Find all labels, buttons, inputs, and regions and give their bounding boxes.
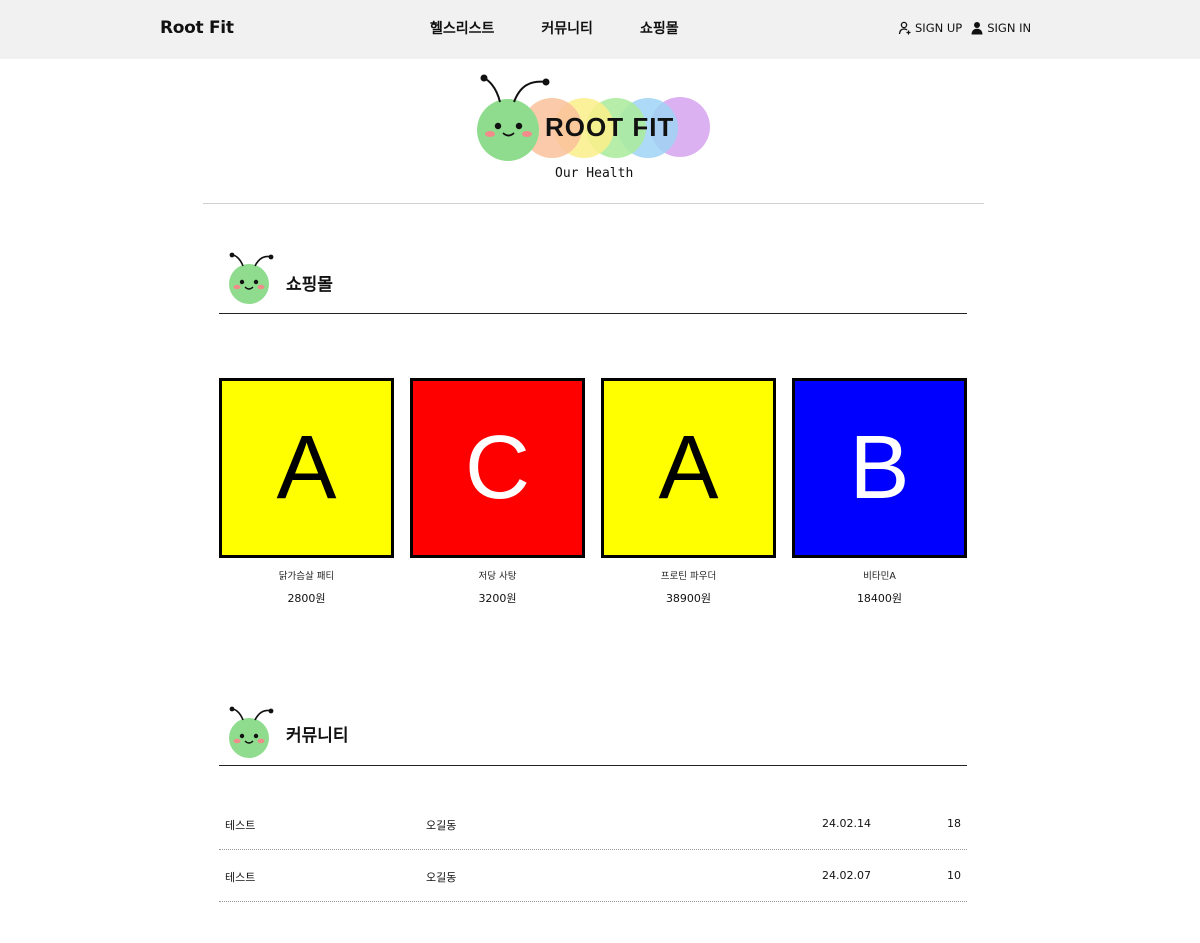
- product-letter: A: [276, 418, 337, 518]
- caterpillar-mascot-icon: [229, 252, 274, 304]
- product-price: 3200원: [478, 592, 517, 605]
- product-letter: A: [658, 418, 719, 518]
- main-nav: 헬스리스트 커뮤니티 쇼핑몰: [430, 18, 679, 38]
- sign-up-label: SIGN UP: [915, 21, 963, 35]
- product-card[interactable]: B 비타민A 18400원: [792, 378, 967, 606]
- shop-section-title: 쇼핑몰: [286, 275, 333, 295]
- post-row[interactable]: 테스트 오길동 24.02.07 10: [219, 850, 967, 902]
- logo-title: ROOT FIT: [545, 112, 675, 142]
- product-letter: B: [849, 418, 910, 518]
- post-title[interactable]: 테스트: [225, 817, 255, 833]
- sign-up-link[interactable]: SIGN UP: [898, 21, 962, 35]
- add-user-icon: [898, 21, 911, 35]
- sign-in-link[interactable]: SIGN IN: [970, 21, 1031, 35]
- post-author: 오길동: [426, 819, 457, 832]
- product-name: 비타민A: [863, 571, 896, 582]
- product-card[interactable]: A 닭가슴살 패티 2800원: [219, 378, 394, 606]
- post-date: 24.02.14: [822, 817, 871, 830]
- product-thumbnail[interactable]: C: [410, 378, 585, 558]
- caterpillar-mascot-icon: [229, 706, 274, 758]
- site-logo[interactable]: ROOT FIT Our Health: [470, 72, 720, 187]
- sign-in-label: SIGN IN: [987, 21, 1032, 35]
- post-title[interactable]: 테스트: [225, 869, 255, 885]
- header-divider: [203, 203, 984, 204]
- product-grid: A 닭가슴살 패티 2800원 C 저당 사탕 3200원 A 프로틴 파우더 …: [219, 378, 967, 606]
- user-icon: [971, 22, 983, 35]
- logo-tagline: Our Health: [555, 166, 634, 181]
- product-price: 18400원: [856, 592, 903, 605]
- product-name: 저당 사탕: [478, 571, 517, 582]
- post-author: 오길동: [426, 871, 457, 884]
- product-price: 2800원: [287, 592, 326, 605]
- product-name: 닭가슴살 패티: [278, 571, 335, 582]
- shop-section-header: 쇼핑몰: [219, 252, 967, 314]
- post-date: 24.02.07: [822, 869, 871, 882]
- nav-item-shop[interactable]: 쇼핑몰: [640, 18, 679, 38]
- community-section-header: 커뮤니티: [219, 704, 967, 766]
- top-nav-bar: Root Fit 헬스리스트 커뮤니티 쇼핑몰 SIGN UP SIGN IN: [0, 0, 1200, 59]
- post-views: 18: [947, 817, 961, 830]
- community-post-list: 테스트 오길동 24.02.14 18 테스트 오길동 24.02.07 10: [219, 798, 967, 902]
- product-thumbnail[interactable]: B: [792, 378, 967, 558]
- brand-logo-text[interactable]: Root Fit: [160, 18, 234, 38]
- product-thumbnail[interactable]: A: [219, 378, 394, 558]
- community-section-title: 커뮤니티: [286, 726, 349, 746]
- product-name: 프로틴 파우더: [660, 571, 717, 582]
- product-card[interactable]: A 프로틴 파우더 38900원: [601, 378, 776, 606]
- nav-item-community[interactable]: 커뮤니티: [541, 18, 593, 38]
- product-price: 38900원: [665, 592, 712, 605]
- post-row[interactable]: 테스트 오길동 24.02.14 18: [219, 798, 967, 850]
- post-views: 10: [947, 869, 961, 882]
- product-card[interactable]: C 저당 사탕 3200원: [410, 378, 585, 606]
- nav-item-health-list[interactable]: 헬스리스트: [430, 18, 494, 38]
- product-thumbnail[interactable]: A: [601, 378, 776, 558]
- product-letter: C: [465, 418, 530, 518]
- auth-links: SIGN UP SIGN IN: [898, 21, 1031, 35]
